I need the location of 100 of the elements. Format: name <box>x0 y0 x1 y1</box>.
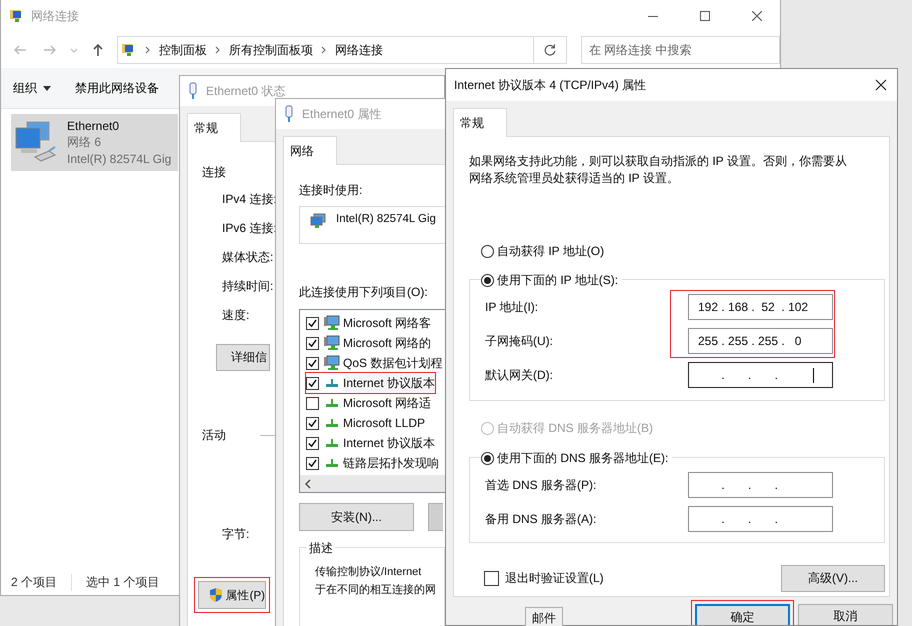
component-name: Microsoft 网络适 <box>343 394 432 412</box>
protocol-icon <box>326 379 338 387</box>
description-text: 传输控制协议/Internet 于在不同的相互连接的网 <box>315 565 437 598</box>
checkbox-option[interactable]: 退出时验证设置(L) <box>484 570 604 587</box>
window-title: Ethernet0 状态 <box>206 82 286 100</box>
ip-address-field[interactable]: . . . <box>688 362 833 388</box>
close-icon[interactable] <box>875 79 887 91</box>
component-item[interactable]: Microsoft 网络的 <box>306 333 432 353</box>
checkbox[interactable] <box>306 396 319 410</box>
search-field[interactable]: 在 网络连接 中搜索 <box>580 36 780 64</box>
checkbox-label: 退出时验证设置(L) <box>505 570 604 587</box>
component-name: QoS 数据包计划程 <box>343 354 442 372</box>
field-label: 此连接使用下列项目(O): <box>299 284 428 301</box>
window-title: 网络连接 <box>31 8 79 24</box>
field-label: 速度: <box>222 307 250 324</box>
ip-address-field[interactable]: . . . <box>688 506 833 532</box>
field-label: IP 地址(I): <box>485 298 540 316</box>
component-name: Microsoft LLDP <box>343 416 426 430</box>
component-name: Internet 协议版本 <box>343 374 436 392</box>
status-text: 2 个项目 <box>11 574 58 590</box>
tooltip: 邮件 <box>525 607 563 626</box>
plug-icon <box>188 82 198 100</box>
network-monitor-icon <box>324 315 340 331</box>
radio-option[interactable]: 自动获得 IP 地址(O) <box>481 243 604 260</box>
ip-address-field[interactable]: 192 . 168 . 52 . 102 <box>688 294 833 320</box>
properties-button[interactable]: 属性(P) <box>198 581 266 609</box>
window-title: Ethernet0 属性 <box>302 106 382 122</box>
tab[interactable]: 常规 <box>187 113 241 142</box>
protocol-icon <box>326 419 338 427</box>
group-title: 描述 <box>307 540 335 557</box>
component-item[interactable]: Internet 协议版本 <box>306 373 436 393</box>
component-name: Microsoft 网络客 <box>343 314 432 332</box>
tab[interactable]: 网络 <box>283 136 337 165</box>
radio-option[interactable]: 使用下面的 DNS 服务器地址(E): <box>481 450 672 467</box>
checkbox[interactable] <box>306 416 319 430</box>
checkbox[interactable] <box>306 436 319 450</box>
checkbox[interactable] <box>306 456 319 470</box>
network-monitor-icon <box>324 355 340 371</box>
network-monitor-icon <box>324 335 340 351</box>
component-item[interactable]: 链路层拓扑发现响 <box>306 453 439 473</box>
ip-address-field[interactable]: 255 . 255 . 255 . 0 <box>688 328 833 354</box>
toolbar-button[interactable]: 禁用此网络设备 <box>69 76 165 100</box>
tab[interactable]: 常规 <box>453 108 507 137</box>
close-icon[interactable] <box>752 11 762 21</box>
adapter-name: Intel(R) 82574L Gig <box>336 213 436 225</box>
intro-text: 如果网络支持此功能，则可以获取自动指派的 IP 设置。否则，你需要从网络系统管理员处获得适当的 IP 设置。 <box>469 153 848 187</box>
field-label: 备用 DNS 服务器(A): <box>485 510 598 528</box>
toolbar-button[interactable]: 组织 <box>7 76 57 100</box>
checkbox[interactable] <box>306 376 319 390</box>
breadcrumb-item[interactable]: 控制面板 <box>158 42 207 58</box>
checkbox[interactable] <box>306 316 319 330</box>
install-button[interactable]: 安装(N)... <box>299 503 414 531</box>
component-name: Internet 协议版本 <box>343 434 436 452</box>
advanced-button[interactable]: 高级(V)... <box>781 565 885 592</box>
network-name: 网络 6 <box>67 134 102 151</box>
component-name: Microsoft 网络的 <box>343 334 432 352</box>
plug-icon <box>284 105 294 123</box>
component-item[interactable]: Microsoft 网络适 <box>306 393 432 413</box>
checkbox[interactable] <box>306 356 319 370</box>
status-text: 选中 1 个项目 <box>71 574 174 590</box>
shield-icon <box>209 587 223 603</box>
chevron-icon <box>214 46 221 54</box>
field-label: 子网掩码(U): <box>485 332 554 350</box>
scroll-left-icon[interactable] <box>304 478 312 488</box>
chevron-icon <box>144 46 151 54</box>
component-item[interactable]: Microsoft LLDP <box>306 413 426 433</box>
component-item[interactable]: QoS 数据包计划程 <box>306 353 442 373</box>
protocol-icon <box>326 459 338 467</box>
protocol-icon <box>326 399 338 407</box>
section-heading: 连接 <box>202 164 226 181</box>
component-name: 链路层拓扑发现响 <box>343 454 439 472</box>
chevron-icon <box>320 46 327 54</box>
window-title: Internet 协议版本 4 (TCP/IPv4) 属性 <box>454 76 646 94</box>
address-bar[interactable]: 控制面板 所有控制面板项 网络连接 <box>116 36 567 64</box>
field-label: 字节: <box>222 526 250 543</box>
dialog-button[interactable]: 取消 <box>798 604 893 625</box>
breadcrumb-item[interactable]: 网络连接 <box>334 42 383 58</box>
protocol-icon <box>326 439 338 447</box>
dialog-button[interactable]: 确定 <box>695 604 790 625</box>
breadcrumb-item[interactable]: 所有控制面板项 <box>228 42 313 58</box>
horizontal-scrollbar[interactable] <box>300 475 445 492</box>
field-label: 首选 DNS 服务器(P): <box>485 476 598 494</box>
details-button[interactable]: 详细信 <box>216 344 270 371</box>
adapter-name: Intel(R) 82574L Gig <box>67 152 172 166</box>
network-adapter-icon <box>310 213 326 229</box>
radio-option[interactable]: 使用下面的 IP 地址(S): <box>481 272 622 289</box>
maximize-icon[interactable] <box>700 11 710 21</box>
field-label: 媒体状态: <box>222 249 274 266</box>
field-label: 默认网关(D): <box>485 366 554 384</box>
dropdown-caret-icon <box>43 86 51 90</box>
connection-item[interactable]: Ethernet0 网络 6 Intel(R) 82574L Gig <box>11 114 178 171</box>
connection-name: Ethernet0 <box>67 119 120 133</box>
field-label: 连接时使用: <box>299 182 362 199</box>
checkbox[interactable] <box>306 336 319 350</box>
component-item[interactable]: Internet 协议版本 <box>306 433 436 453</box>
ip-address-field[interactable]: . . . <box>688 472 833 498</box>
checkbox[interactable] <box>484 571 499 586</box>
field-label: 持续时间: <box>222 278 274 295</box>
component-item[interactable]: Microsoft 网络客 <box>306 313 432 333</box>
section-heading: 活动 <box>202 427 226 444</box>
